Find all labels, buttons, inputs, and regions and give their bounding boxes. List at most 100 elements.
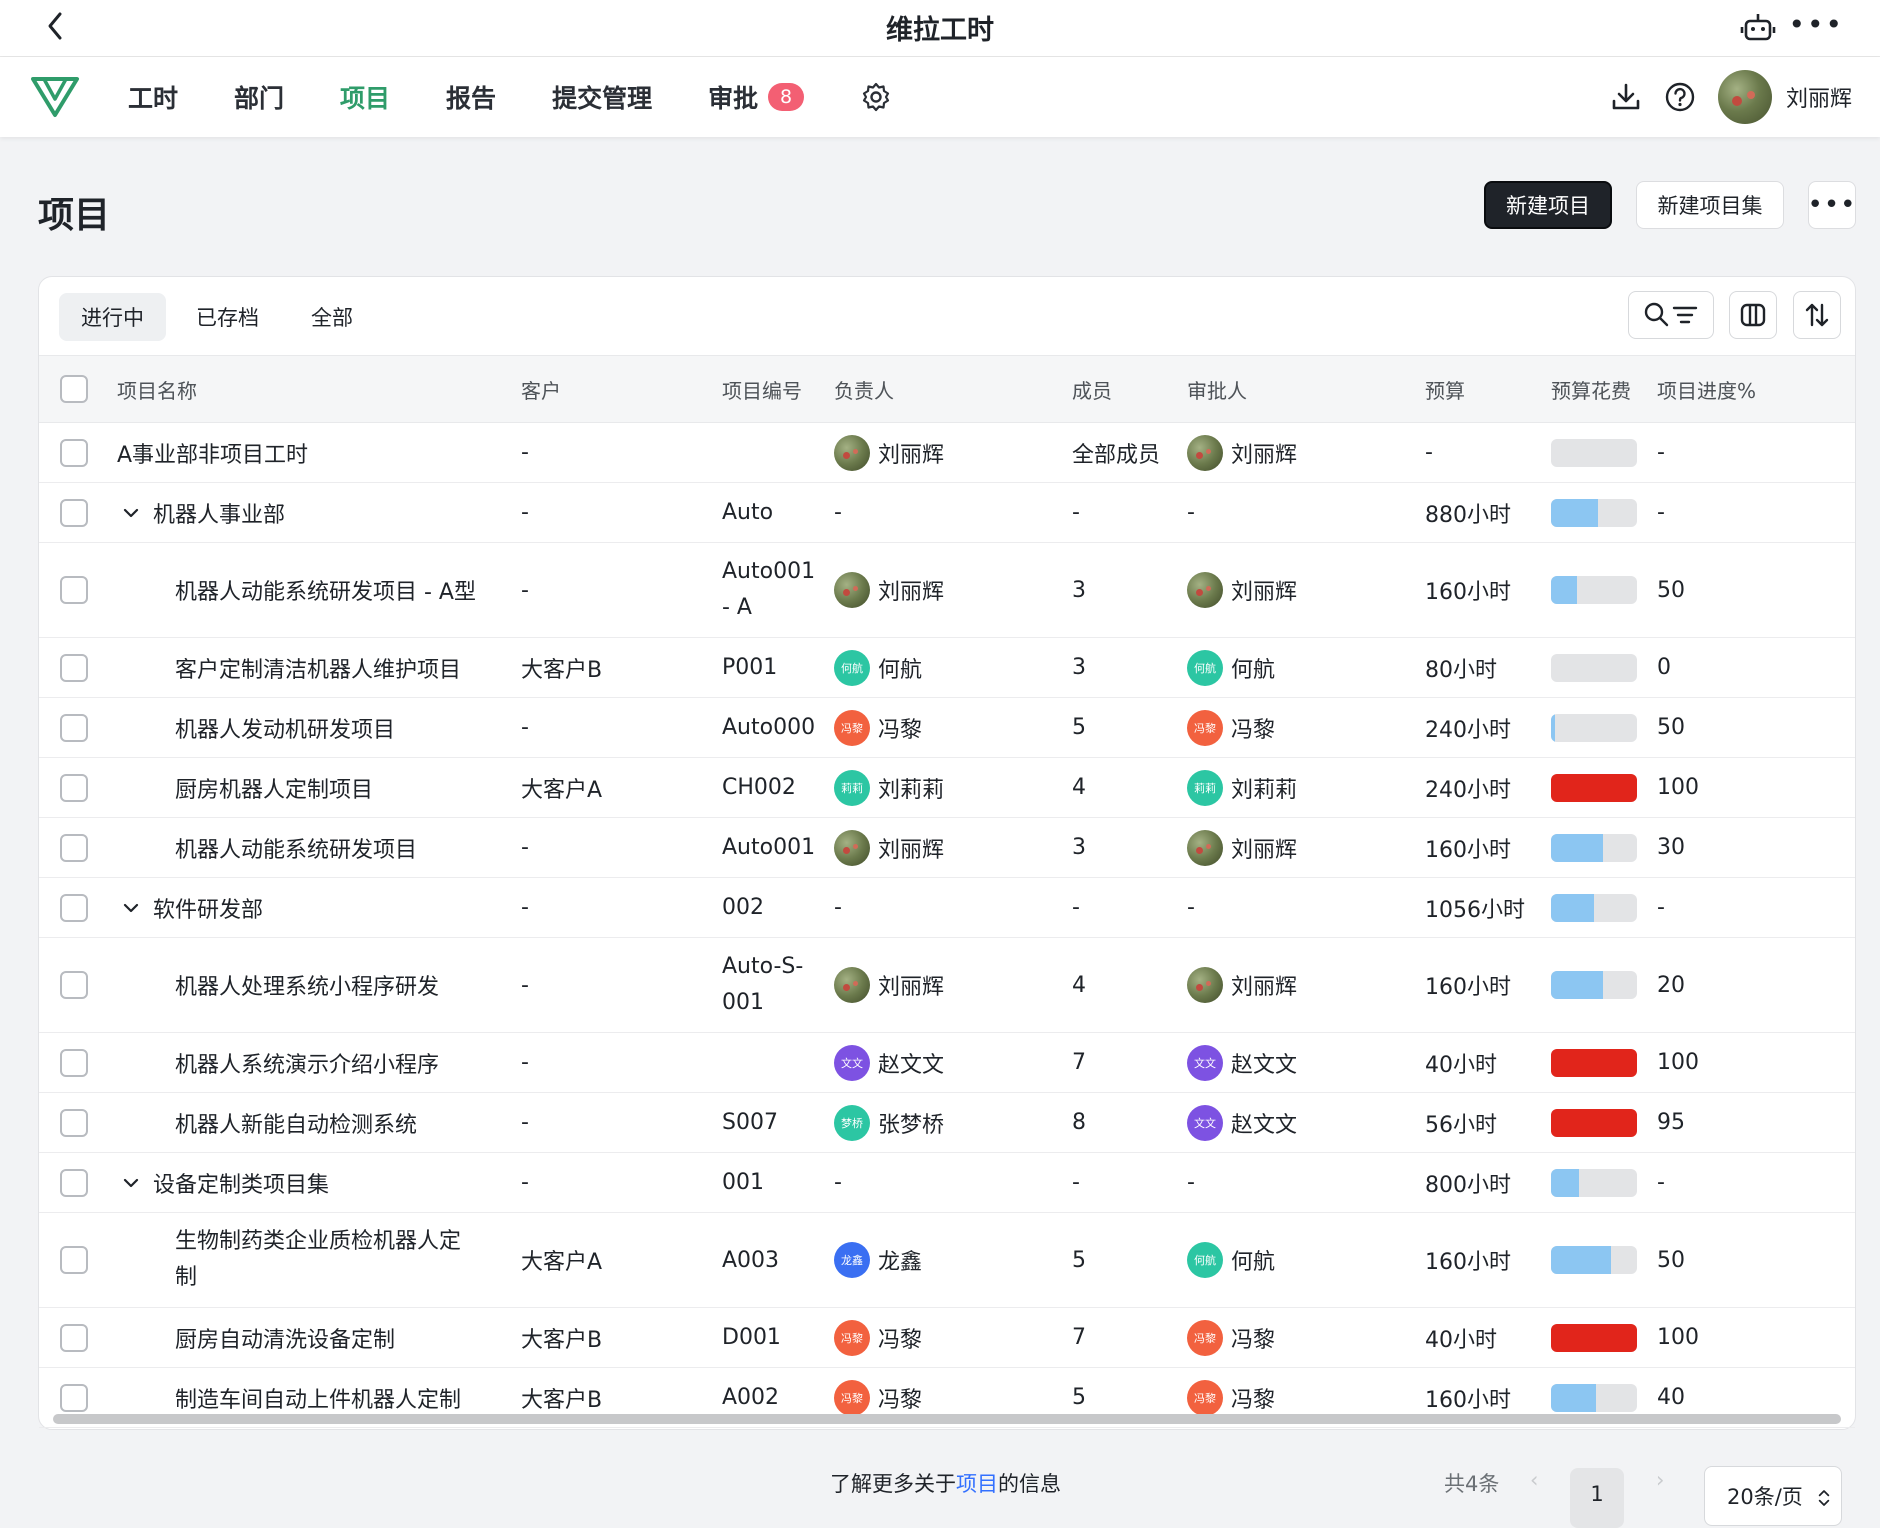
table-row[interactable]: 机器人系统演示介绍小程序 - 文文 赵文文 7 文文 赵文文 40小时 100 [39,1033,1855,1093]
table-group-row[interactable]: 设备定制类项目集 - 001 - - - 800小时 - [39,1153,1855,1213]
cell-project-name[interactable]: 厨房机器人定制项目 [175,772,373,804]
nav-item-department[interactable]: 部门 [234,79,284,115]
nav-item-approval[interactable]: 审批 8 [708,79,805,115]
header-approver[interactable]: 审批人 [1187,356,1247,422]
pagination-prev[interactable]: ‹ [1530,1468,1538,1492]
cell-project-name[interactable]: 制造车间自动上件机器人定制 [175,1382,461,1414]
cell-project-name[interactable]: 机器人发动机研发项目 [175,712,395,744]
table-row[interactable]: 机器人动能系统研发项目 - A型 - Auto001 - A 刘丽辉 3 刘丽辉 160小时… [39,543,1855,638]
table-row[interactable]: 机器人新能自动检测系统 - S007 梦桥 张梦桥 8 文文 赵文文 56小时 95 [39,1093,1855,1153]
cell-project-name[interactable]: 机器人事业部 [153,497,285,529]
tab-2[interactable]: 全部 [289,293,375,341]
robot-icon[interactable] [1740,10,1776,46]
approver-name: 冯黎 [1231,717,1276,743]
row-checkbox[interactable] [60,576,88,604]
cell-project-name[interactable]: 设备定制类项目集 [153,1167,329,1199]
table-row[interactable]: 生物制药类企业质检机器人定 制 大客户A A003 龙鑫 龙鑫 5 何航 何航 160小时 50 [39,1213,1855,1308]
pagination-current-page[interactable]: 1 [1570,1468,1624,1528]
cell-approver: 文文 赵文文 [1187,1093,1297,1152]
table-row[interactable]: A事业部非项目工时 - 刘丽辉 全部成员 刘丽辉 - - [39,423,1855,483]
nav-item-submission[interactable]: 提交管理 [552,79,652,115]
user-name[interactable]: 刘丽辉 [1786,81,1852,113]
header-name[interactable]: 项目名称 [117,356,197,422]
cell-project-name[interactable]: 机器人新能自动检测系统 [175,1107,417,1139]
header-progress[interactable]: 项目进度% [1657,356,1756,422]
search-filter-button[interactable] [1628,291,1714,339]
budget-spent-fill [1551,971,1603,999]
cell-project-name[interactable]: 机器人系统演示介绍小程序 [175,1047,439,1079]
tab-0[interactable]: 进行中 [59,293,166,341]
user-avatar[interactable] [1717,70,1772,124]
help-icon[interactable] [1664,81,1696,113]
row-checkbox[interactable] [60,1323,88,1352]
row-checkbox[interactable] [60,438,88,467]
pagination-next[interactable]: › [1656,1468,1664,1492]
table-group-row[interactable]: 软件研发部 - 002 - - - 1056小时 - [39,878,1855,938]
header-client[interactable]: 客户 [521,356,561,422]
chevron-down-icon[interactable] [121,1173,141,1193]
download-icon[interactable] [1610,81,1642,113]
header-code[interactable]: 项目编号 [722,356,802,422]
nav-item-reports[interactable]: 报告 [446,79,496,115]
new-project-set-button[interactable]: 新建项目集 [1636,181,1784,229]
chevron-down-icon[interactable] [121,503,141,523]
chevron-down-icon[interactable] [121,898,141,918]
footer-info-link[interactable]: 项目 [956,1472,998,1496]
budget-spent-fill [1551,713,1556,742]
cell-project-name[interactable]: 客户定制清洁机器人维护项目 [175,652,461,684]
table-row[interactable]: 厨房机器人定制项目 大客户A CH002 莉莉 刘莉莉 4 莉莉 刘莉莉 240小时 100 [39,758,1855,818]
row-checkbox[interactable] [60,498,88,527]
cell-project-name[interactable]: 软件研发部 [153,892,263,924]
page-more-button[interactable]: ••• [1808,181,1856,229]
header-owner[interactable]: 负责人 [834,356,894,422]
tab-1[interactable]: 已存档 [174,293,281,341]
row-checkbox[interactable] [60,1246,88,1274]
row-checkbox[interactable] [60,713,88,742]
sort-button[interactable] [1793,291,1841,339]
table-row[interactable]: 机器人动能系统研发项目 - Auto001 刘丽辉 3 刘丽辉 160小时 30 [39,818,1855,878]
header-members[interactable]: 成员 [1072,356,1112,422]
table-row[interactable]: 机器人发动机研发项目 - Auto000 冯黎 冯黎 5 冯黎 冯黎 240小时 50 [39,698,1855,758]
cell-approver: - [1187,878,1195,937]
header-spent[interactable]: 预算花费 [1551,356,1631,422]
table-row[interactable]: 机器人处理系统小程序研发 - Auto-S- 001 刘丽辉 4 刘丽辉 160小时 20 [39,938,1855,1033]
cell-project-name[interactable]: 机器人处理系统小程序研发 [175,969,439,1001]
header-budget[interactable]: 预算 [1425,356,1465,422]
approver-name: 刘丽辉 [1231,975,1298,1000]
row-checkbox[interactable] [60,653,88,682]
select-all-checkbox[interactable] [60,375,88,403]
cell-budget: 240小时 [1425,777,1511,803]
table-row[interactable]: 厨房自动清洗设备定制 大客户B D001 冯黎 冯黎 7 冯黎 冯黎 40小时 100 [39,1308,1855,1368]
budget-spent-bar [1551,1383,1637,1412]
cell-project-name[interactable]: A事业部非项目工时 [117,437,308,469]
row-checkbox[interactable] [60,893,88,922]
more-icon[interactable]: ••• [1788,11,1844,39]
cell-members: 全部成员 [1072,442,1161,468]
row-checkbox[interactable] [60,773,88,802]
pagination-total: 共4条 [1444,1472,1500,1496]
cell-approver: 莉莉 刘莉莉 [1187,758,1297,817]
page-size-select[interactable]: 20条/页 [1704,1466,1842,1526]
row-checkbox[interactable] [60,971,88,999]
cell-project-name[interactable]: 机器人动能系统研发项目 [175,832,417,864]
cell-project-name[interactable]: 厨房自动清洗设备定制 [175,1322,395,1354]
owner-avatar [834,572,870,608]
new-project-button[interactable]: 新建项目 [1484,181,1612,229]
row-checkbox[interactable] [60,833,88,862]
row-checkbox[interactable] [60,1383,88,1412]
cell-client: - [521,1110,529,1135]
cell-budget: - [1425,440,1433,465]
nav-item-projects[interactable]: 项目 [340,79,390,115]
columns-button[interactable] [1729,291,1777,339]
table-group-row[interactable]: 机器人事业部 - Auto - - - 880小时 - [39,483,1855,543]
nav-item-worktime[interactable]: 工时 [128,79,178,115]
nav-settings[interactable] [860,81,892,113]
table-row[interactable]: 客户定制清洁机器人维护项目 大客户B P001 何航 何航 3 何航 何航 80小时 0 [39,638,1855,698]
cell-members: - [1072,895,1080,920]
row-checkbox[interactable] [60,1048,88,1077]
horizontal-scrollbar[interactable] [53,1414,1841,1424]
row-checkbox[interactable] [60,1168,88,1197]
cell-project-name[interactable]: 机器人动能系统研发项目 - A型 [175,574,476,606]
cell-project-name[interactable]: 生物制药类企业质检机器人定 制 [175,1224,461,1296]
row-checkbox[interactable] [60,1108,88,1137]
